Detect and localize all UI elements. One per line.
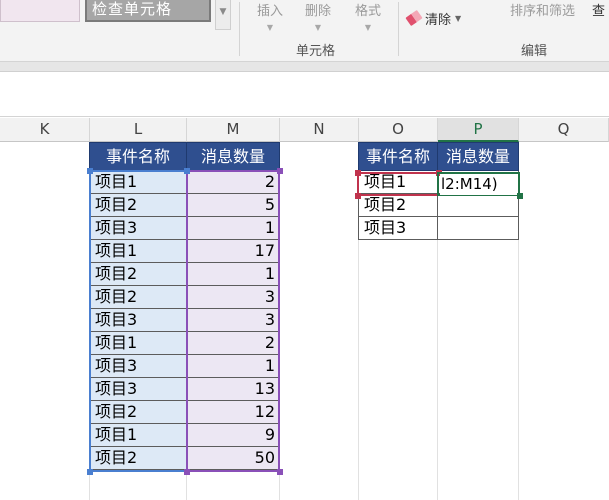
edit-group-label: 编辑 xyxy=(521,44,548,59)
range-handle[interactable] xyxy=(277,469,283,475)
source-message-count-cell[interactable]: 2 xyxy=(187,332,280,355)
format-label: 格式 xyxy=(354,4,381,19)
range-handle[interactable] xyxy=(355,170,361,176)
source-event-name-cell[interactable]: 项目1 xyxy=(89,240,187,263)
source-message-count-cell[interactable]: 3 xyxy=(187,286,280,309)
column-header-o[interactable]: O xyxy=(359,118,438,142)
format-button[interactable]: 格式 ▼ xyxy=(350,0,386,33)
source-event-name-cell[interactable]: 项目2 xyxy=(89,194,187,217)
source-event-name-cell[interactable]: 项目3 xyxy=(89,355,187,378)
clear-dropdown-icon: ▼ xyxy=(455,13,462,23)
source-event-name-cell[interactable]: 项目2 xyxy=(89,401,187,424)
column-header-k[interactable]: K xyxy=(0,118,90,142)
summary-event-name-cell[interactable]: 项目3 xyxy=(358,217,438,240)
source-event-name-cell[interactable]: 项目3 xyxy=(89,309,187,332)
source-event-name-cell[interactable]: 项目2 xyxy=(89,447,187,470)
summary-event-name-cell[interactable]: 项目2 xyxy=(358,194,438,217)
delete-dropdown-icon: ▼ xyxy=(314,23,322,32)
ribbon-collapse-strip xyxy=(0,62,609,72)
source-message-count-cell[interactable]: 50 xyxy=(187,447,280,470)
insert-button[interactable]: 插入 ▼ xyxy=(252,0,288,33)
insert-label: 插入 xyxy=(256,4,283,19)
source-message-count-cell[interactable]: 17 xyxy=(187,240,280,263)
source-event-name-cell[interactable]: 项目3 xyxy=(89,378,187,401)
source-event-name-cell[interactable]: 项目2 xyxy=(89,286,187,309)
source-header-event-name[interactable]: 事件名称 xyxy=(89,142,187,171)
column-header-n[interactable]: N xyxy=(280,118,359,142)
source-event-name-cell[interactable]: 项目1 xyxy=(89,171,187,194)
summary-header-message-count[interactable]: 消息数量 xyxy=(437,142,519,171)
formula-bar-area[interactable] xyxy=(0,73,609,117)
cells-group-label: 单元格 xyxy=(296,44,336,59)
range-handle[interactable] xyxy=(87,469,93,475)
ribbon-divider xyxy=(398,2,399,56)
column-header-l[interactable]: L xyxy=(90,118,187,142)
source-message-count-cell[interactable]: 12 xyxy=(187,401,280,424)
source-message-count-cell[interactable]: 2 xyxy=(187,171,280,194)
column-header-p[interactable]: P xyxy=(438,118,519,142)
cell-formula-editor[interactable]: l2:M14) xyxy=(440,174,518,195)
summary-header-event-name[interactable]: 事件名称 xyxy=(358,142,438,171)
delete-button[interactable]: 删除 ▼ xyxy=(300,0,336,33)
insert-dropdown-icon: ▼ xyxy=(266,23,274,32)
source-message-count-cell[interactable]: 9 xyxy=(187,424,280,447)
sort-filter-label: 排序和筛选 xyxy=(510,4,576,19)
source-header-message-count[interactable]: 消息数量 xyxy=(186,142,280,171)
cell-style-check[interactable]: 检查单元格 xyxy=(85,0,211,22)
find-label: 查 xyxy=(592,4,606,19)
source-event-name-cell[interactable]: 项目3 xyxy=(89,217,187,240)
summary-event-name-cell[interactable]: 项目1 xyxy=(358,171,438,194)
range-handle[interactable] xyxy=(184,168,190,174)
source-message-count-cell[interactable]: 1 xyxy=(187,355,280,378)
range-handle[interactable] xyxy=(87,168,93,174)
eraser-icon xyxy=(405,9,423,27)
fill-handle[interactable] xyxy=(517,193,523,199)
range-handle[interactable] xyxy=(355,193,361,199)
summary-message-count-cell[interactable] xyxy=(438,194,519,217)
source-message-count-cell[interactable]: 5 xyxy=(187,194,280,217)
source-message-count-cell[interactable]: 3 xyxy=(187,309,280,332)
source-message-count-cell[interactable]: 13 xyxy=(187,378,280,401)
source-event-name-cell[interactable]: 项目1 xyxy=(89,424,187,447)
range-handle[interactable] xyxy=(277,168,283,174)
source-event-name-cell[interactable]: 项目2 xyxy=(89,263,187,286)
delete-label: 删除 xyxy=(304,4,331,19)
clear-button[interactable]: 清除 ▼ xyxy=(405,9,462,28)
ribbon: 检查单元格 ▼ 插入 ▼ 删除 ▼ 格式 ▼ 单元格 清除 ▼ 排序和筛选 查 … xyxy=(0,0,609,62)
ribbon-divider xyxy=(239,2,240,56)
source-message-count-cell[interactable]: 1 xyxy=(187,263,280,286)
clear-label: 清除 xyxy=(425,12,452,28)
column-header-q[interactable]: Q xyxy=(519,118,609,142)
source-event-name-cell[interactable]: 项目1 xyxy=(89,332,187,355)
column-header-m[interactable]: M xyxy=(187,118,280,142)
source-message-count-cell[interactable]: 1 xyxy=(187,217,280,240)
summary-message-count-cell[interactable] xyxy=(438,217,519,240)
range-handle[interactable] xyxy=(184,469,190,475)
sort-filter-button[interactable]: 排序和筛选 xyxy=(510,0,590,19)
style-gallery-scroll-icon[interactable]: ▼ xyxy=(215,0,231,30)
cell-style-swatch[interactable] xyxy=(0,0,80,22)
format-dropdown-icon: ▼ xyxy=(364,23,372,32)
find-button[interactable]: 查 xyxy=(592,0,609,19)
